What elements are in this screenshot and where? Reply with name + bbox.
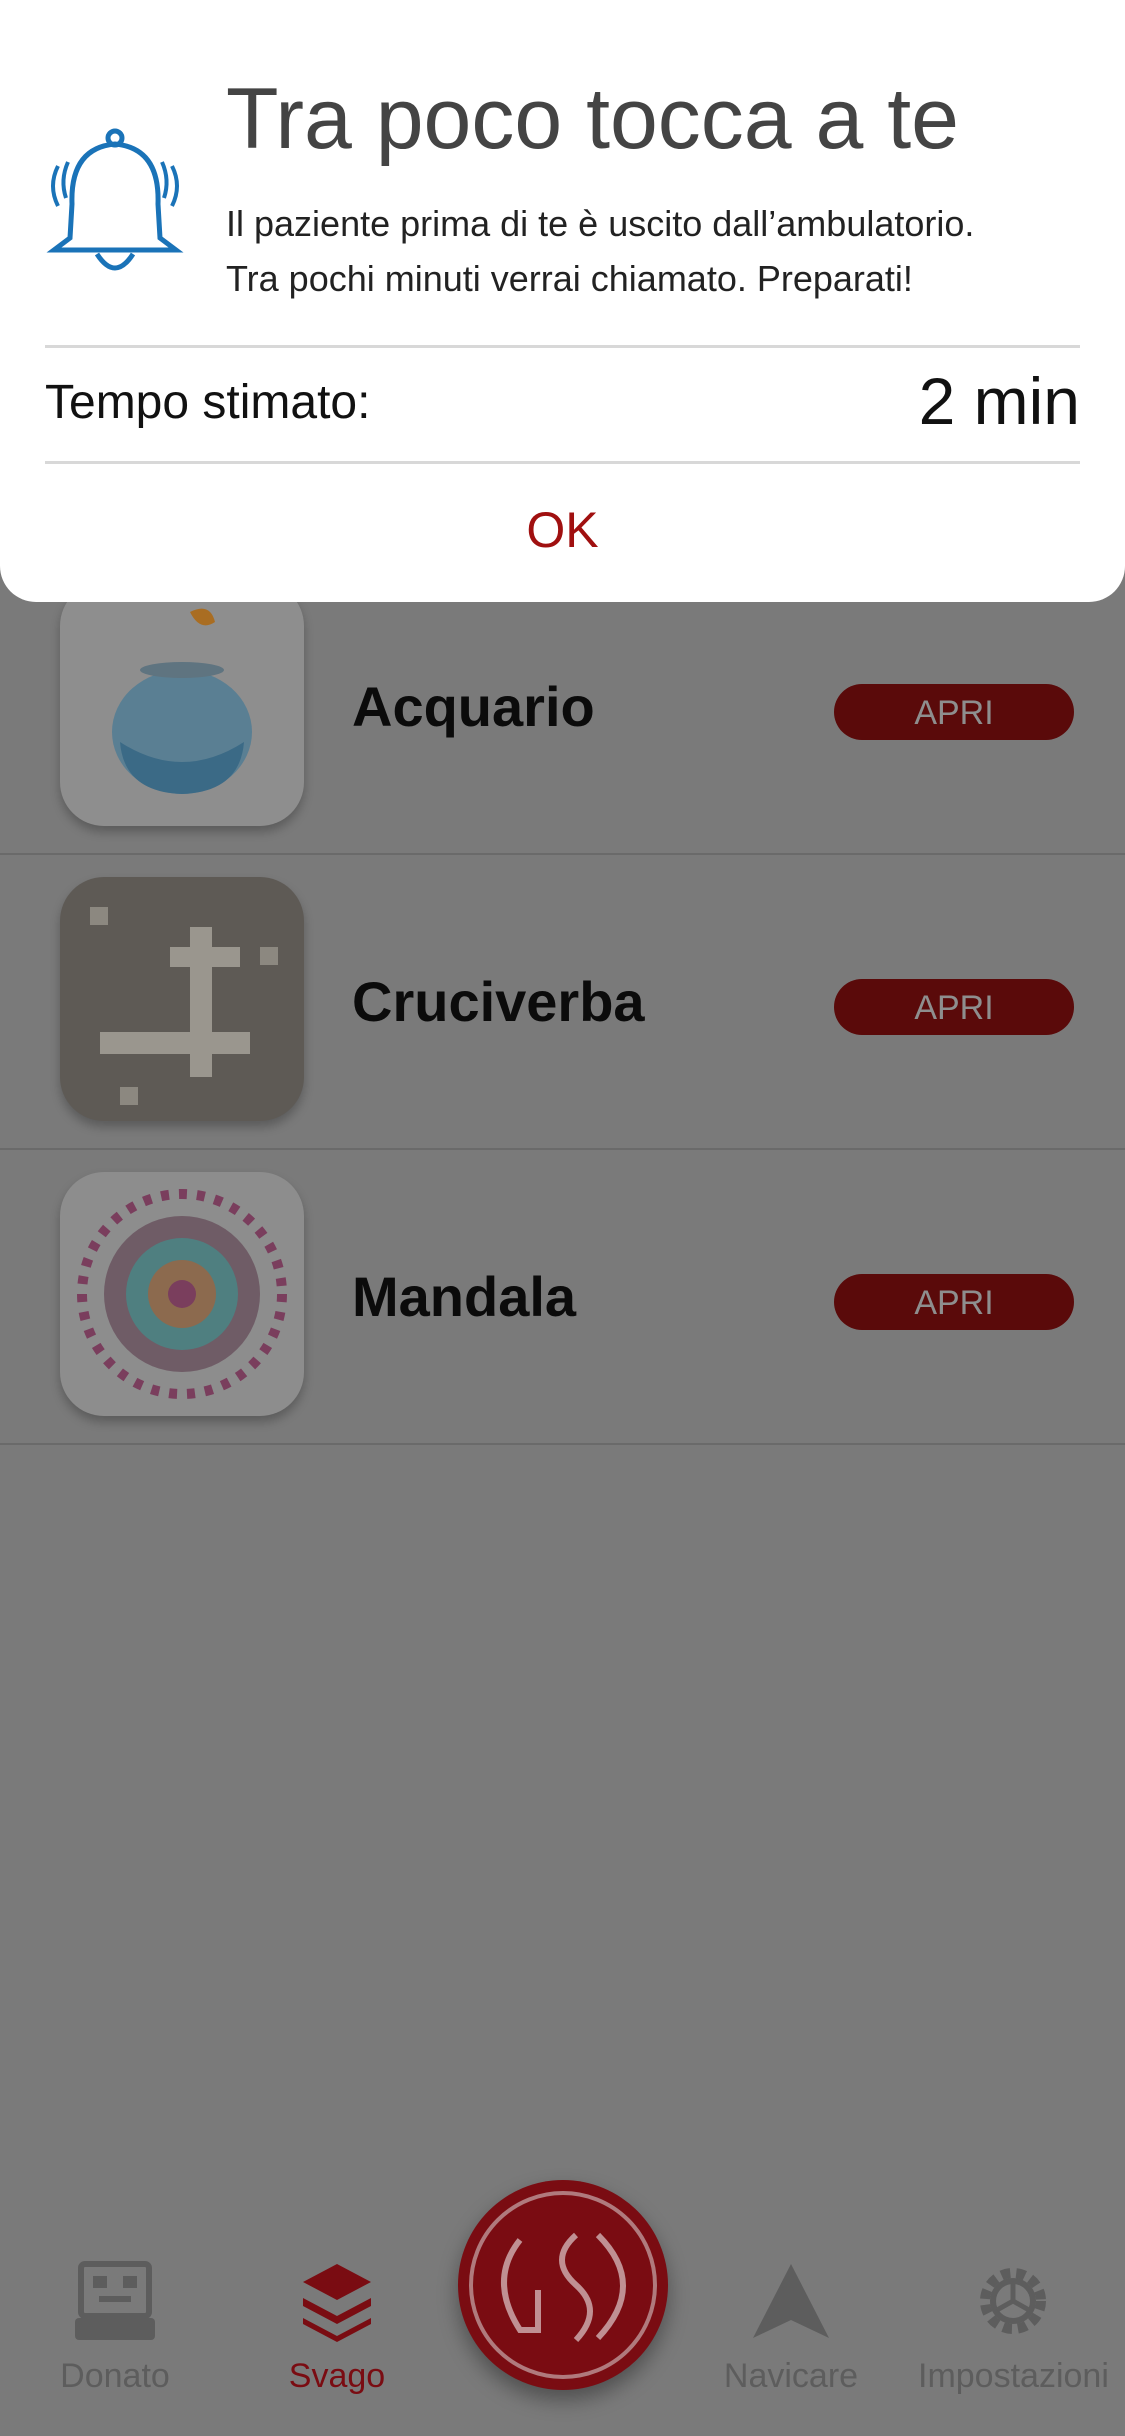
tab-donato[interactable]: Donato: [40, 2260, 190, 2396]
tab-label: Donato: [60, 2357, 170, 2395]
item-title: Acquario: [352, 675, 595, 738]
tab-navicare[interactable]: Navicare: [716, 2260, 866, 2396]
divider: [45, 345, 1080, 348]
tab-label: Navicare: [723, 2357, 859, 2395]
list-item: Acquario APRI: [0, 560, 1125, 855]
item-title: Cruciverba: [352, 970, 645, 1033]
alert-dialog: Tra poco tocca a te Il paziente prima di…: [0, 0, 1125, 602]
list-item: Mandala APRI: [0, 1150, 1125, 1445]
open-button[interactable]: APRI: [834, 1274, 1074, 1330]
fishbowl-image: [60, 582, 304, 826]
item-title: Mandala: [352, 1265, 577, 1328]
divider: [45, 461, 1080, 464]
robot-icon: [75, 2261, 155, 2340]
layers-icon: [303, 2264, 371, 2342]
tab-impostazioni[interactable]: Impostazioni: [918, 2260, 1109, 2396]
estimate-value: 2 min: [918, 364, 1080, 438]
open-button[interactable]: APRI: [834, 684, 1074, 740]
tab-label: Impostazioni: [918, 2357, 1109, 2395]
crossword-tiles-image: [60, 877, 304, 1121]
open-button[interactable]: APRI: [834, 979, 1074, 1035]
alert-message-line: Tra pochi minuti verrai chiamato. Prepar…: [226, 258, 913, 299]
list-item: Cruciverba APRI: [0, 855, 1125, 1150]
gear-icon: [980, 2268, 1046, 2334]
alert-message-line: Il paziente prima di te è uscito dall’am…: [226, 203, 975, 244]
alert-message: Il paziente prima di te è uscito dall’am…: [226, 196, 1106, 306]
estimate-label: Tempo stimato:: [45, 376, 371, 429]
mandala-image: [60, 1172, 304, 1416]
activity-list: Acquario APRI Cruciverba APRI Mandala AP…: [0, 560, 1125, 1445]
home-logo-button[interactable]: [458, 2180, 668, 2390]
tab-label: Svago: [288, 2357, 386, 2395]
gsd-logo-icon: [469, 2191, 657, 2379]
alert-title: Tra poco tocca a te: [226, 71, 959, 167]
navigation-arrow-icon: [753, 2264, 829, 2338]
ok-button[interactable]: OK: [0, 500, 1125, 560]
bell-icon: [46, 128, 184, 271]
tab-svago[interactable]: Svago: [262, 2260, 412, 2396]
